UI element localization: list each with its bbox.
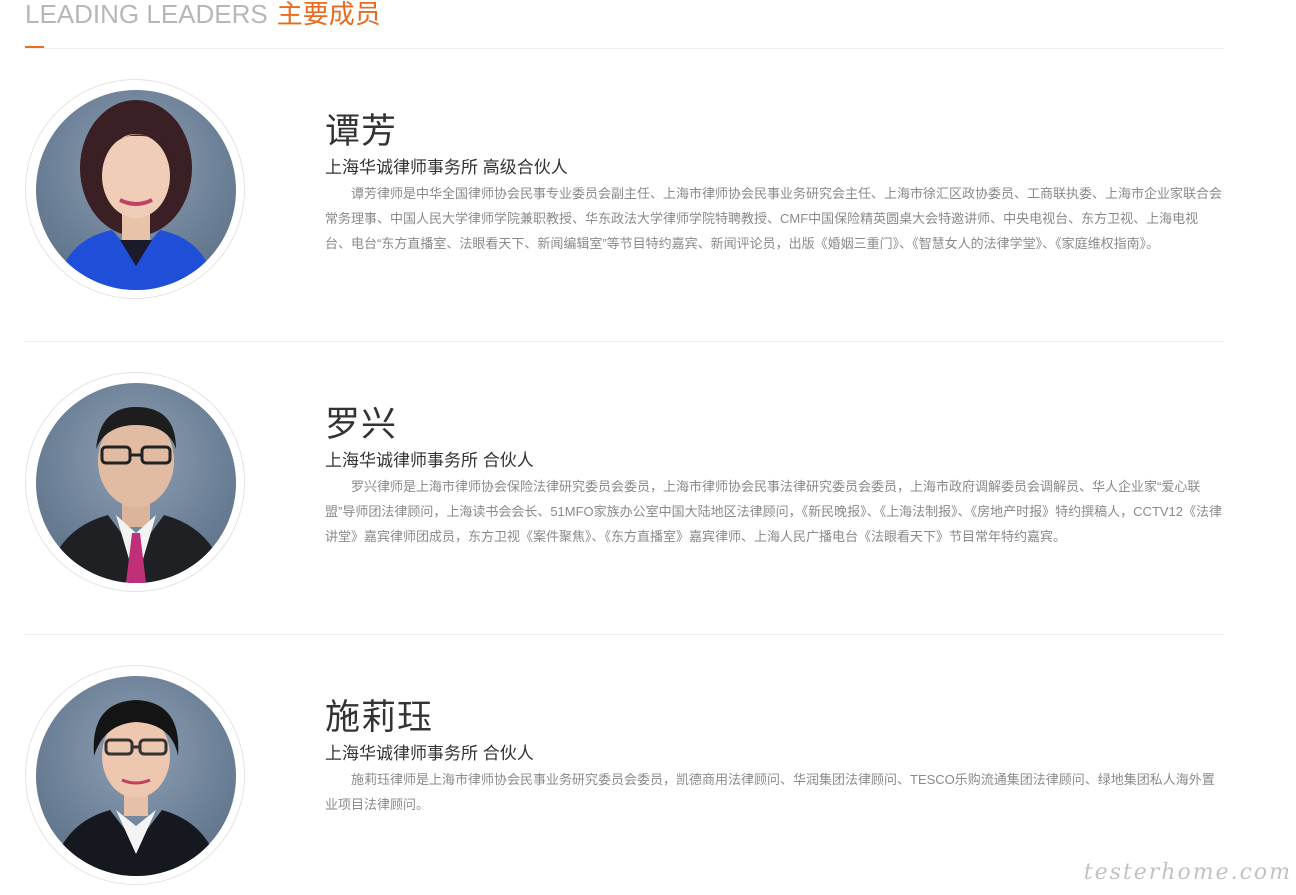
member-info: 施莉珏 上海华诚律师事务所 合伙人 施莉珏律师是上海市律师协会民事业务研究委员会… (325, 696, 1224, 817)
member-bio: 谭芳律师是中华全国律师协会民事专业委员会副主任、上海市律师协会民事业务研究会主任… (325, 186, 1223, 251)
avatar-ring (25, 665, 245, 885)
member-photo (36, 676, 236, 876)
member-name: 施莉珏 (325, 698, 434, 737)
portrait-man-icon (46, 407, 226, 583)
member-card-luo-xing: 罗兴 上海华诚律师事务所 合伙人 罗兴律师是上海市律师协会保险法律研究委员会委员… (25, 341, 1224, 635)
member-card-shi-li-jue: 施莉珏 上海华诚律师事务所 合伙人 施莉珏律师是上海市律师协会民事业务研究委员会… (25, 634, 1224, 895)
member-role: 上海华诚律师事务所 合伙人 (325, 451, 534, 470)
portrait-woman-icon (56, 100, 216, 290)
section-title-en: LEADING LEADERS (25, 0, 268, 29)
section-title: LEADING LEADERS 主要成员 (25, 0, 381, 34)
avatar-ring (25, 79, 245, 299)
member-name: 罗兴 (325, 405, 398, 444)
member-info: 谭芳 上海华诚律师事务所 高级合伙人 谭芳律师是中华全国律师协会民事专业委员会副… (325, 110, 1224, 256)
portrait-woman-icon (52, 700, 220, 876)
watermark: testerhome.com (1083, 860, 1292, 885)
member-bio: 罗兴律师是上海市律师协会保险法律研究委员会委员，上海市律师协会民事法律研究委员会… (325, 479, 1223, 544)
section-header: LEADING LEADERS 主要成员 (25, 0, 1224, 49)
member-role: 上海华诚律师事务所 高级合伙人 (325, 158, 568, 177)
avatar-ring (25, 372, 245, 592)
member-name: 谭芳 (325, 112, 398, 151)
member-photo (36, 90, 236, 290)
member-role: 上海华诚律师事务所 合伙人 (325, 744, 534, 763)
section-title-cn: 主要成员 (276, 0, 381, 29)
member-bio: 施莉珏律师是上海市律师协会民事业务研究委员会委员，凯德商用法律顾问、华润集团法律… (325, 772, 1215, 812)
member-photo (36, 383, 236, 583)
member-card-tan-fang: 谭芳 上海华诚律师事务所 高级合伙人 谭芳律师是中华全国律师协会民事专业委员会副… (25, 48, 1224, 342)
member-info: 罗兴 上海华诚律师事务所 合伙人 罗兴律师是上海市律师协会保险法律研究委员会委员… (325, 403, 1224, 549)
